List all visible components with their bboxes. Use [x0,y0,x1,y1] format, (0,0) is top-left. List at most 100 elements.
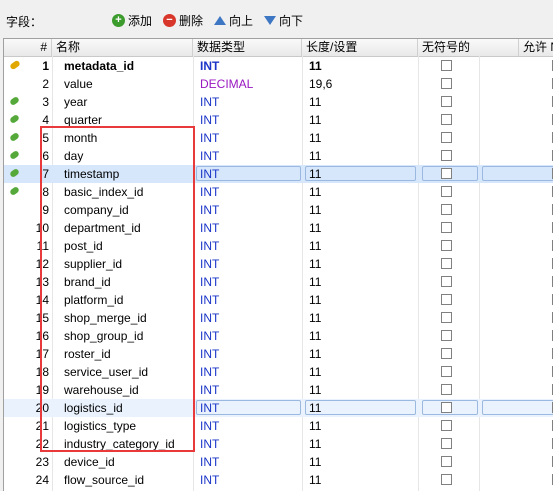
field-row[interactable]: 23 device_id INT 11 [4,453,553,471]
move-down-button[interactable]: 向下 [264,11,303,29]
field-length[interactable]: 11 [305,255,417,273]
field-name[interactable]: department_id [59,219,189,237]
field-row[interactable]: 12 supplier_id INT 11 [4,255,553,273]
field-row[interactable]: 15 shop_merge_id INT 11 [4,309,553,327]
field-name[interactable]: month [59,129,189,147]
field-name[interactable]: company_id [59,201,189,219]
unsigned-checkbox[interactable] [441,402,452,413]
field-length[interactable]: 11 [305,453,417,471]
field-row[interactable]: 6 day INT 11 [4,147,553,165]
header-type[interactable]: 数据类型 [193,39,302,56]
field-row[interactable]: 9 company_id INT 11 [4,201,553,219]
unsigned-checkbox[interactable] [441,186,452,197]
header-allow-null[interactable]: 允许 N [519,39,553,56]
field-name[interactable]: device_id [59,453,189,471]
field-type[interactable]: INT [196,93,302,111]
field-type[interactable]: INT [196,435,302,453]
field-type[interactable]: INT [196,165,302,183]
field-name[interactable]: service_user_id [59,363,189,381]
field-type[interactable]: INT [196,327,302,345]
field-length[interactable]: 11 [305,471,417,489]
field-name[interactable]: year [59,93,189,111]
unsigned-checkbox[interactable] [441,276,452,287]
unsigned-checkbox[interactable] [441,114,452,125]
field-name[interactable]: brand_id [59,273,189,291]
unsigned-checkbox[interactable] [441,60,452,71]
field-name[interactable]: logistics_id [59,399,189,417]
field-row[interactable]: 2 value DECIMAL 19,6 [4,75,553,93]
field-length[interactable]: 11 [305,327,417,345]
field-length[interactable]: 11 [305,147,417,165]
field-row[interactable]: 22 industry_category_id INT 11 [4,435,553,453]
field-row[interactable]: 20 logistics_id INT 11 [4,399,553,417]
field-name[interactable]: roster_id [59,345,189,363]
field-type[interactable]: INT [196,273,302,291]
delete-field-button[interactable]: − 删除 [163,11,203,29]
header-name[interactable]: 名称 [52,39,193,56]
field-type[interactable]: INT [196,255,302,273]
field-name[interactable]: supplier_id [59,255,189,273]
unsigned-checkbox[interactable] [441,132,452,143]
field-length[interactable]: 11 [305,291,417,309]
field-row[interactable]: 4 quarter INT 11 [4,111,553,129]
field-name[interactable]: shop_merge_id [59,309,189,327]
field-type[interactable]: INT [196,363,302,381]
unsigned-checkbox[interactable] [441,348,452,359]
unsigned-checkbox[interactable] [441,150,452,161]
field-name[interactable]: warehouse_id [59,381,189,399]
header-length[interactable]: 长度/设置 [302,39,418,56]
field-row[interactable]: 14 platform_id INT 11 [4,291,553,309]
unsigned-checkbox[interactable] [441,384,452,395]
field-name[interactable]: platform_id [59,291,189,309]
field-length[interactable]: 11 [305,399,417,417]
field-length[interactable]: 11 [305,435,417,453]
field-length[interactable]: 11 [305,129,417,147]
field-row[interactable]: 5 month INT 11 [4,129,553,147]
field-type[interactable]: INT [196,183,302,201]
unsigned-checkbox[interactable] [441,78,452,89]
field-type[interactable]: INT [196,201,302,219]
field-type[interactable]: INT [196,219,302,237]
field-name[interactable]: logistics_type [59,417,189,435]
field-name[interactable]: metadata_id [59,57,189,75]
field-type[interactable]: INT [196,111,302,129]
field-length[interactable]: 11 [305,363,417,381]
unsigned-checkbox[interactable] [441,474,452,485]
field-type[interactable]: INT [196,129,302,147]
field-type[interactable]: INT [196,399,302,417]
unsigned-checkbox[interactable] [441,312,452,323]
field-row[interactable]: 3 year INT 11 [4,93,553,111]
field-row[interactable]: 13 brand_id INT 11 [4,273,553,291]
field-row[interactable]: 21 logistics_type INT 11 [4,417,553,435]
field-type[interactable]: DECIMAL [196,75,302,93]
field-type[interactable]: INT [196,417,302,435]
field-length[interactable]: 11 [305,111,417,129]
field-row[interactable]: 10 department_id INT 11 [4,219,553,237]
unsigned-checkbox[interactable] [441,222,452,233]
field-row[interactable]: 1 metadata_id INT 11 [4,57,553,75]
unsigned-checkbox[interactable] [441,366,452,377]
move-up-button[interactable]: 向上 [214,11,253,29]
field-type[interactable]: INT [196,147,302,165]
field-row[interactable]: 7 timestamp INT 11 [4,165,553,183]
field-row[interactable]: 17 roster_id INT 11 [4,345,553,363]
field-name[interactable]: post_id [59,237,189,255]
field-name[interactable]: quarter [59,111,189,129]
field-length[interactable]: 11 [305,219,417,237]
field-type[interactable]: INT [196,453,302,471]
unsigned-checkbox[interactable] [441,240,452,251]
field-type[interactable]: INT [196,471,302,489]
field-length[interactable]: 11 [305,57,417,75]
field-row[interactable]: 19 warehouse_id INT 11 [4,381,553,399]
field-length[interactable]: 11 [305,237,417,255]
field-name[interactable]: industry_category_id [59,435,189,453]
field-type[interactable]: INT [196,309,302,327]
field-name[interactable]: shop_group_id [59,327,189,345]
field-length[interactable]: 11 [305,273,417,291]
field-type[interactable]: INT [196,345,302,363]
unsigned-checkbox[interactable] [441,330,452,341]
field-length[interactable]: 11 [305,417,417,435]
field-length[interactable]: 11 [305,381,417,399]
unsigned-checkbox[interactable] [441,294,452,305]
field-type[interactable]: INT [196,57,302,75]
